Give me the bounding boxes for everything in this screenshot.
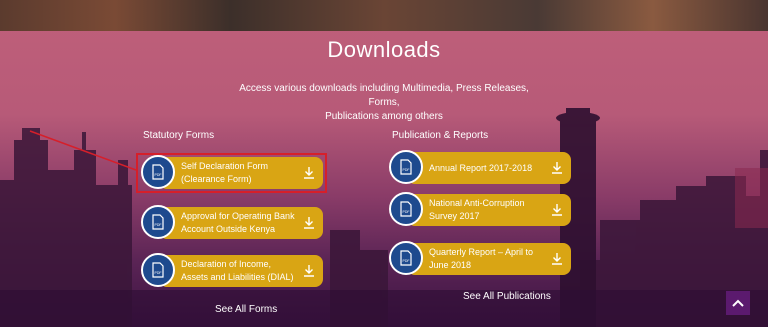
download-anti-corruption-survey[interactable]: PDF National Anti-Corruption Survey 2017	[389, 192, 571, 226]
pdf-file-icon: PDF	[389, 192, 423, 226]
publications-heading: Publication & Reports	[392, 130, 489, 141]
download-label: Annual Report 2017-2018	[429, 155, 545, 181]
download-icon[interactable]	[303, 264, 315, 278]
download-icon[interactable]	[551, 203, 563, 217]
download-dial-declaration[interactable]: PDF Declaration of Income, Assets and Lia…	[141, 253, 323, 287]
download-label-line-2: Account Outside Kenya	[181, 224, 276, 234]
pdf-file-icon: PDF	[141, 253, 175, 287]
subtitle-line-1: Access various downloads including Multi…	[239, 83, 529, 108]
download-label-line-1: National Anti-Corruption	[429, 198, 525, 208]
download-label-line-1: Approval for Operating Bank	[181, 211, 295, 221]
statutory-forms-heading: Statutory Forms	[143, 130, 215, 141]
svg-text:PDF: PDF	[403, 210, 410, 214]
download-quarterly-report[interactable]: PDF Quarterly Report – April to June 2018	[389, 241, 571, 275]
download-label-line-2: June 2018	[429, 260, 472, 270]
download-icon[interactable]	[551, 161, 563, 175]
pdf-file-icon: PDF	[389, 150, 423, 184]
page-title: Downloads	[327, 37, 441, 62]
page-subtitle: Access various downloads including Multi…	[234, 82, 534, 124]
download-label-line-2: Survey 2017	[429, 211, 480, 221]
see-all-publications-link[interactable]: See All Publications	[463, 291, 551, 302]
highlight-box	[136, 153, 327, 193]
download-label: Declaration of Income, Assets and Liabili…	[181, 258, 297, 284]
download-annual-report[interactable]: PDF Annual Report 2017-2018	[389, 150, 571, 184]
chevron-up-icon	[732, 299, 744, 307]
download-label-line-2: Assets and Liabilities (DIAL)	[181, 272, 294, 282]
svg-text:PDF: PDF	[155, 223, 162, 227]
download-label: Quarterly Report – April to June 2018	[429, 246, 545, 272]
pdf-file-icon: PDF	[141, 205, 175, 239]
download-label-line-1: Annual Report 2017-2018	[429, 162, 533, 173]
svg-text:PDF: PDF	[403, 168, 410, 172]
download-icon[interactable]	[551, 252, 563, 266]
see-all-forms-link[interactable]: See All Forms	[215, 304, 277, 315]
download-label-line-1: Quarterly Report – April to	[429, 247, 534, 257]
scroll-to-top-button[interactable]	[726, 291, 750, 315]
download-label: National Anti-Corruption Survey 2017	[429, 197, 545, 223]
svg-text:PDF: PDF	[155, 271, 162, 275]
download-bank-account-approval[interactable]: PDF Approval for Operating Bank Account O…	[141, 205, 323, 239]
subtitle-line-2: Publications among others	[325, 111, 443, 122]
download-label: Approval for Operating Bank Account Outsi…	[181, 210, 297, 236]
download-icon[interactable]	[303, 216, 315, 230]
svg-text:PDF: PDF	[403, 259, 410, 263]
download-label-line-1: Declaration of Income,	[181, 259, 272, 269]
pdf-file-icon: PDF	[389, 241, 423, 275]
